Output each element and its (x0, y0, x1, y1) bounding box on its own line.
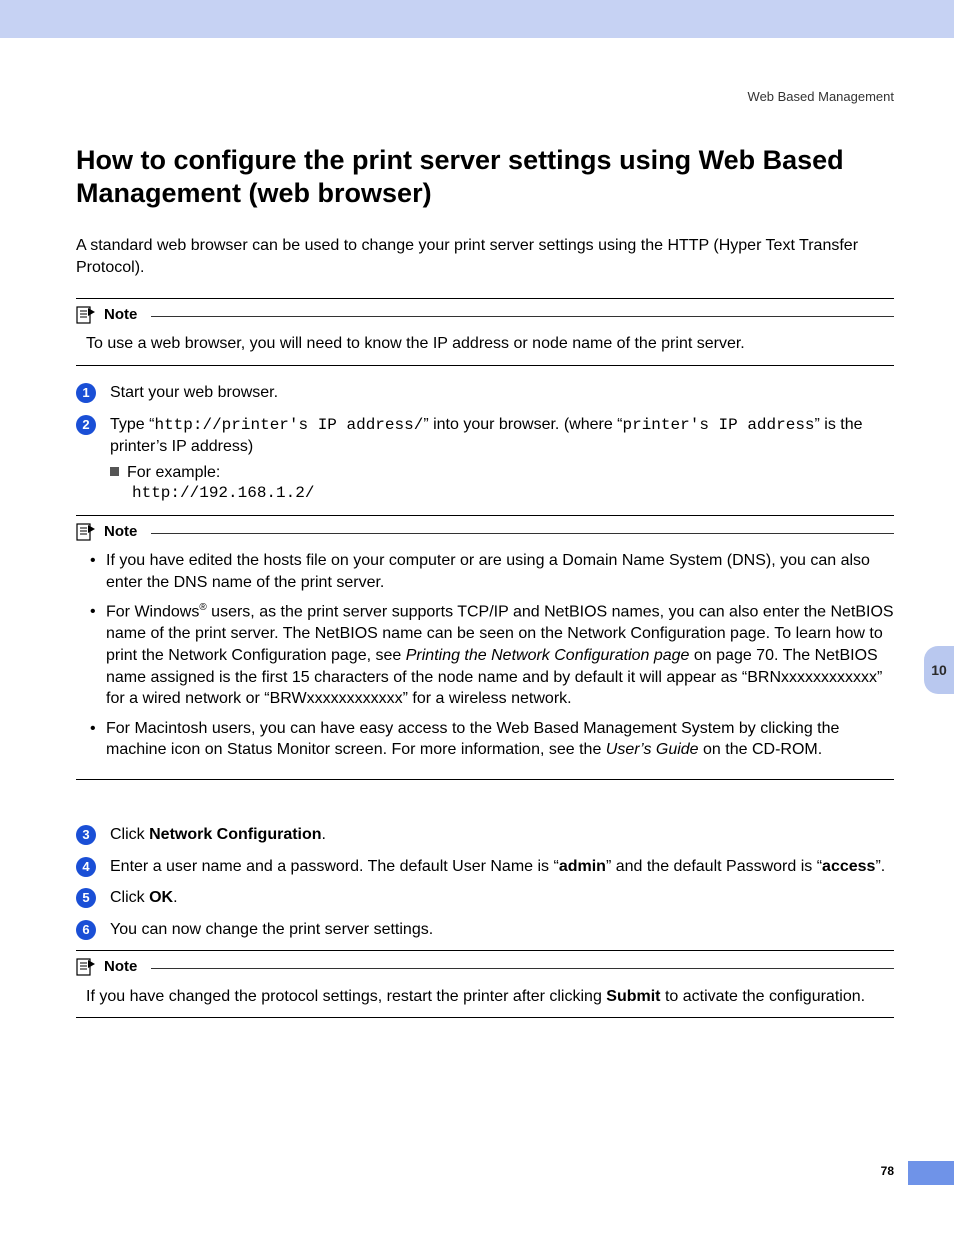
step-4: Enter a user name and a password. The de… (110, 856, 894, 878)
note-label: Note (104, 305, 143, 325)
step-5: Click OK. (110, 887, 894, 909)
square-bullet-icon (110, 467, 119, 476)
note2-bullet-1: If you have edited the hosts file on you… (86, 550, 894, 593)
step-2: Type “http://printer's IP address/” into… (110, 414, 894, 505)
header-bar (0, 0, 954, 38)
page-number-bar (908, 1161, 954, 1185)
step-1: Start your web browser. (110, 382, 894, 404)
note-3-body: If you have changed the protocol setting… (76, 978, 894, 1008)
page-title: How to configure the print server settin… (76, 144, 894, 212)
step-number-4: 4 (76, 857, 96, 877)
step-number-2: 2 (76, 415, 96, 435)
note-icon (76, 958, 96, 976)
step-6: You can now change the print server sett… (110, 919, 894, 941)
note-rule (151, 533, 894, 534)
step-number-6: 6 (76, 920, 96, 940)
chapter-tab: 10 (924, 646, 954, 694)
step-number-3: 3 (76, 825, 96, 845)
example-url: http://192.168.1.2/ (132, 483, 894, 505)
note-rule (151, 968, 894, 969)
note-label: Note (104, 522, 143, 542)
note-rule (151, 316, 894, 317)
note-block-1: Note To use a web browser, you will need… (76, 298, 894, 366)
note-label: Note (104, 957, 143, 977)
note-1-body: To use a web browser, you will need to k… (76, 325, 894, 355)
page-number: 78 (881, 1163, 894, 1179)
note-icon (76, 306, 96, 324)
note-block-2: Note If you have edited the hosts file o… (76, 515, 894, 780)
note-icon (76, 523, 96, 541)
note2-bullet-3: For Macintosh users, you can have easy a… (86, 718, 894, 761)
note2-bullet-2: For Windows® users, as the print server … (86, 601, 894, 709)
step-number-5: 5 (76, 888, 96, 908)
step-number-1: 1 (76, 383, 96, 403)
step-3: Click Network Configuration. (110, 824, 894, 846)
running-head: Web Based Management (76, 88, 894, 106)
intro-text: A standard web browser can be used to ch… (76, 235, 894, 278)
note-block-3: Note If you have changed the protocol se… (76, 950, 894, 1018)
